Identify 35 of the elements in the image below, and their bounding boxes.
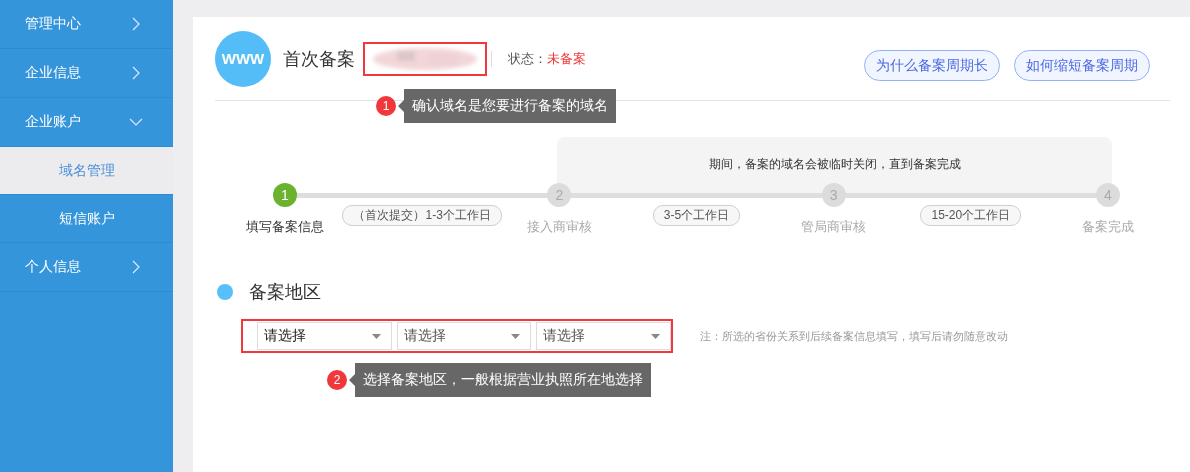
duration-tag: 3-5个工作日 [652,205,741,226]
section-dot [217,284,233,300]
sidebar-subitem[interactable]: 域名管理 [0,147,173,195]
sidebar-item[interactable]: 管理中心 [0,0,173,49]
help-button[interactable]: 为什么备案周期长 [864,50,1000,81]
dropdown-caret-icon [651,333,660,339]
sidebar-item[interactable]: 个人信息 [0,243,173,292]
help-button[interactable]: 如何缩短备案周期 [1014,50,1150,81]
duration-tag: （首次提交）1-3个工作日 [342,205,502,226]
tooltip: 确认域名是您要进行备案的域名 [398,89,616,123]
number-badge: 1 [376,96,396,116]
sidebar-label: 个人信息 [25,258,81,276]
step-label: 接入商审核 [526,218,592,236]
duration-tag: 15-20个工作日 [920,205,1022,226]
hint-text: 注：所选的省份关系到后续备案信息填写，填写后请勿随意改动 [700,328,1008,344]
sidebar-item[interactable]: 企业信息 [0,49,173,98]
dropdown-caret-icon [371,333,381,339]
step-label: 填写备案信息 [246,218,324,236]
region-select[interactable]: 请选择 [536,322,671,350]
page-title: 首次备案 [283,47,355,71]
www-logo: WWW [215,30,271,87]
sidebar-label: 企业账户 [25,113,81,131]
sidebar-subitem[interactable]: 短信账户 [0,195,173,243]
status-text: 状态：未备案 [508,49,586,68]
tooltip: 选择备案地区，一般根据营业执照所在地选择 [349,363,651,397]
step-label: 备案完成 [1082,218,1134,236]
region-select[interactable]: 请选择 [257,322,392,350]
region-select[interactable]: 请选择 [396,322,532,350]
number-badge: 2 [327,370,347,390]
dropdown-caret-icon [511,333,521,339]
step-marker: 1 [273,183,297,207]
section-title: 备案地区 [249,281,321,304]
sidebar-label: 管理中心 [25,15,81,33]
step-label: 管局商审核 [801,218,867,236]
sidebar-label: 企业信息 [25,64,81,82]
